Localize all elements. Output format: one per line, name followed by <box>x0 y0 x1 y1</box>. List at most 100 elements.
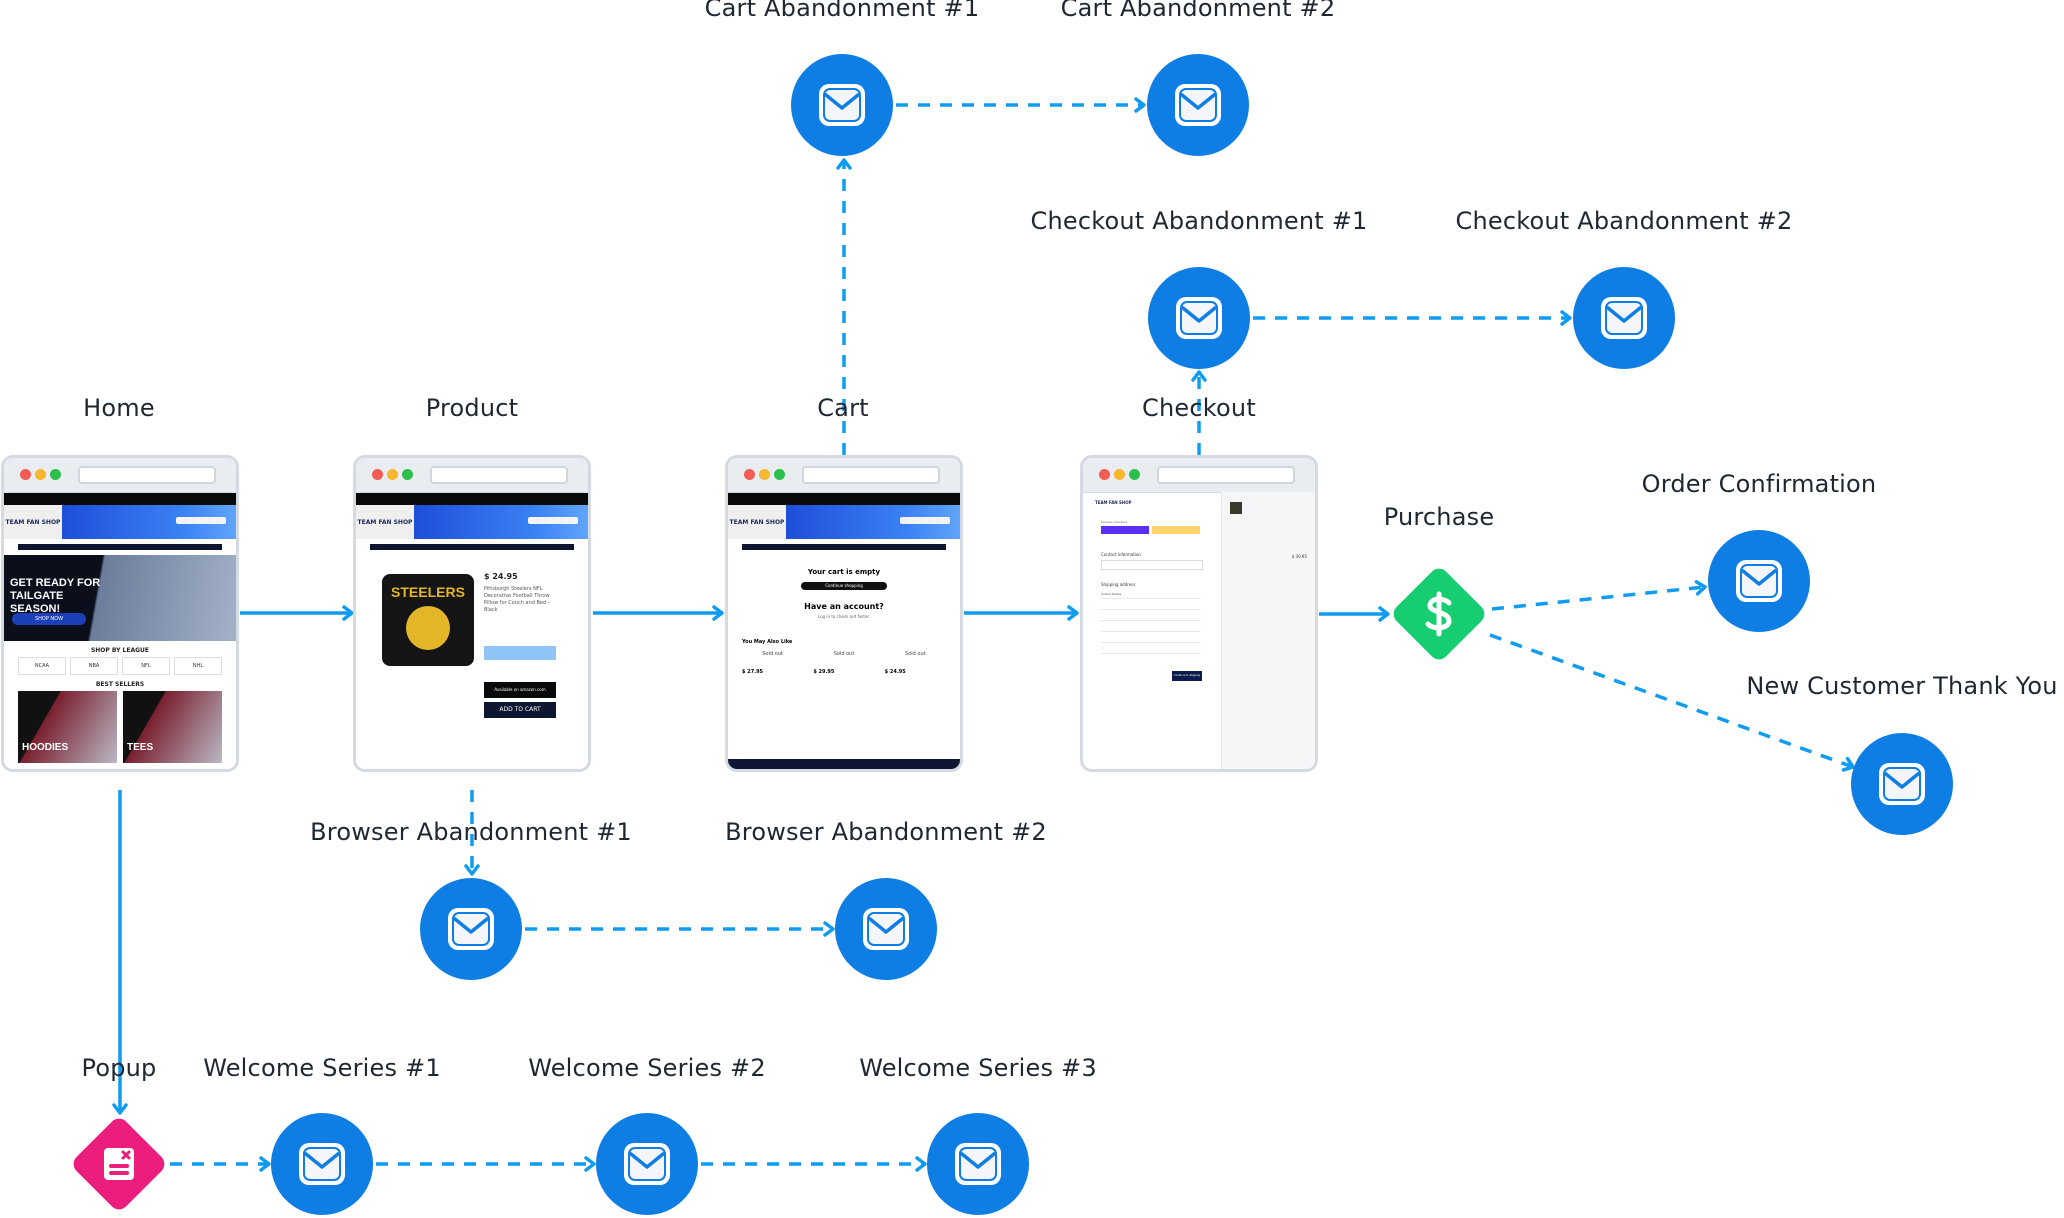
sold-out-badge: Sold out <box>762 651 783 657</box>
email-node-welcome-3[interactable] <box>927 1113 1029 1215</box>
browser-titlebar <box>4 458 236 493</box>
site-nav: TEAM FAN SHOP <box>728 505 960 539</box>
best-sellers-heading: BEST SELLERS <box>95 681 145 688</box>
top-strip <box>356 493 588 505</box>
label-product: Product <box>425 394 519 422</box>
close-dot-icon <box>372 469 383 480</box>
steelers-logo-icon <box>406 606 450 650</box>
category-hoodies: HOODIES <box>18 691 117 763</box>
league-list: NCAA NBA NFL NHL <box>4 657 236 675</box>
connector-purchase-newcustomer <box>1489 633 1855 772</box>
email-node-browser-abandonment-2[interactable] <box>835 878 937 980</box>
browser-titlebar <box>1083 458 1315 493</box>
url-bar <box>1157 466 1295 484</box>
maximize-dot-icon <box>402 469 413 480</box>
label-checkout-abandonment-2: Checkout Abandonment #2 <box>1455 207 1793 235</box>
item-price: $ 27.95 <box>742 669 764 675</box>
envelope-icon <box>1736 560 1782 602</box>
label-order-confirmation: Order Confirmation <box>1641 470 1877 498</box>
cart-empty-title: Your cart is empty <box>807 568 881 576</box>
screen-home[interactable]: TEAM FAN SHOP GET READY FOR TAILGATE SEA… <box>1 455 239 772</box>
league-item: NHL <box>174 657 222 675</box>
envelope-icon <box>448 908 494 950</box>
label-checkout-abandonment-1: Checkout Abandonment #1 <box>1030 207 1368 235</box>
brand-logo: TEAM FAN SHOP <box>728 505 786 539</box>
minimize-dot-icon <box>387 469 398 480</box>
email-node-checkout-abandonment-2[interactable] <box>1573 267 1675 369</box>
brand-logo: TEAM FAN SHOP <box>4 505 62 539</box>
email-node-welcome-1[interactable] <box>271 1113 373 1215</box>
continue-to-shipping-button: Continue to shipping <box>1172 671 1202 681</box>
promo-bar <box>742 544 946 550</box>
product-title: Pittsburgh Steelers NFL Decorative Footb… <box>484 586 550 613</box>
site-search <box>900 517 950 524</box>
close-dot-icon <box>20 469 31 480</box>
notice-box <box>484 646 556 660</box>
account-title: Have an account? <box>804 602 884 611</box>
item-price: $ 24.95 <box>884 669 906 675</box>
maximize-dot-icon <box>50 469 61 480</box>
label-welcome-1: Welcome Series #1 <box>203 1054 441 1082</box>
popup-form-icon <box>102 1145 136 1183</box>
recommended-item: Sold out $ 27.95 <box>742 651 803 675</box>
league-item: NCAA <box>18 657 66 675</box>
product-image: STEELERS <box>382 574 474 666</box>
add-to-cart-button: ADD TO CART <box>484 702 556 718</box>
email-node-checkout-abandonment-1[interactable] <box>1148 267 1250 369</box>
hero-banner: GET READY FOR TAILGATE SEASON! SHOP NOW <box>4 555 236 641</box>
shop-by-league-heading: SHOP BY LEAGUE <box>90 647 150 654</box>
site-nav: TEAM FAN SHOP <box>4 505 236 539</box>
email-node-new-customer[interactable] <box>1851 733 1953 835</box>
checkout-logo: TEAM FAN SHOP <box>1095 500 1132 505</box>
label-welcome-2: Welcome Series #2 <box>528 1054 766 1082</box>
maximize-dot-icon <box>1129 469 1140 480</box>
label-browser-abandonment-1: Browser Abandonment #1 <box>310 818 632 846</box>
site-footer <box>728 759 960 769</box>
label-checkout: Checkout <box>1142 394 1256 422</box>
email-node-cart-abandonment-1[interactable] <box>791 54 893 156</box>
contact-heading: Contact information <box>1101 552 1141 557</box>
country-select: United States <box>1101 592 1122 596</box>
shipping-heading: Shipping address <box>1101 582 1136 587</box>
brand-logo: TEAM FAN SHOP <box>356 505 414 539</box>
product-price: $ 24.95 <box>484 572 518 581</box>
label-new-customer: New Customer Thank You <box>1746 672 2058 700</box>
email-node-welcome-2[interactable] <box>596 1113 698 1215</box>
site-search <box>176 517 226 524</box>
recommended-item: Sold out $ 24.95 <box>885 651 946 675</box>
label-cart: Cart <box>817 394 869 422</box>
account-subtitle: Log in to check out faster. <box>818 614 870 619</box>
label-browser-abandonment-2: Browser Abandonment #2 <box>725 818 1047 846</box>
minimize-dot-icon <box>1114 469 1125 480</box>
envelope-icon <box>1601 297 1647 339</box>
email-node-browser-abandonment-1[interactable] <box>420 878 522 980</box>
recommended-item: Sold out $ 29.95 <box>813 651 874 675</box>
envelope-icon <box>863 908 909 950</box>
email-node-cart-abandonment-2[interactable] <box>1147 54 1249 156</box>
label-cart-abandonment-1: Cart Abandonment #1 <box>704 0 980 22</box>
email-node-order-confirmation[interactable] <box>1708 530 1810 632</box>
amazon-pay-button <box>1152 526 1200 534</box>
dollar-icon <box>1419 589 1459 639</box>
address-fields <box>1101 590 1201 664</box>
label-purchase: Purchase <box>1383 503 1495 531</box>
sold-out-badge: Sold out <box>833 651 855 657</box>
browser-titlebar <box>728 458 960 493</box>
league-item: NFL <box>122 657 170 675</box>
continue-shopping-button: Continue shopping <box>801 582 887 590</box>
amazon-button: Available on amazon.com <box>484 682 556 698</box>
email-input <box>1101 560 1203 570</box>
site-search <box>528 517 578 524</box>
screen-cart[interactable]: TEAM FAN SHOP Your cart is empty Continu… <box>725 455 963 772</box>
top-strip <box>728 493 960 505</box>
promo-bar <box>18 544 222 550</box>
envelope-icon <box>1879 763 1925 805</box>
top-strip <box>4 493 236 505</box>
url-bar <box>78 466 216 484</box>
summary-total: $ 30.95 <box>1291 554 1307 559</box>
also-like-heading: You May Also Like <box>742 639 793 645</box>
screen-product[interactable]: TEAM FAN SHOP STEELERS $ 24.95 Pittsburg… <box>353 455 591 772</box>
summary-thumbnail <box>1230 502 1242 514</box>
screen-checkout[interactable]: $ 30.95 TEAM FAN SHOP Express checkout C… <box>1080 455 1318 772</box>
label-cart-abandonment-2: Cart Abandonment #2 <box>1060 0 1336 22</box>
